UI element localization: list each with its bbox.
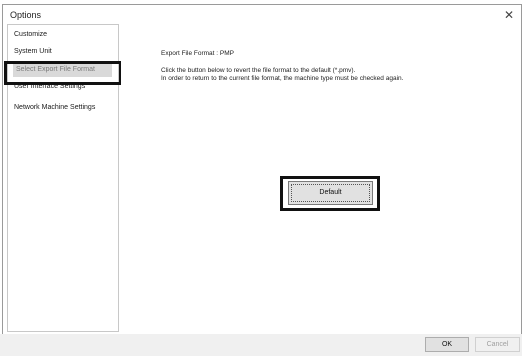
info-text-line-2: In order to return to the current file f…: [161, 75, 404, 82]
dialog-title: Options: [10, 10, 42, 20]
cancel-button[interactable]: Cancel: [475, 337, 520, 352]
ok-button[interactable]: OK: [425, 337, 469, 352]
info-text-line-1: Click the button below to revert the fil…: [161, 67, 356, 74]
export-format-label: Export File Format : PMP: [161, 50, 234, 57]
sidebar-selection-highlight-frame: [4, 61, 122, 85]
close-icon[interactable]: ✕: [501, 7, 517, 23]
sidebar-item-system-unit[interactable]: System Unit: [14, 48, 52, 55]
sidebar-item-network-machine-settings[interactable]: Network Machine Settings: [14, 104, 95, 111]
sidebar-item-customize[interactable]: Customize: [14, 31, 47, 38]
default-button[interactable]: Default: [288, 181, 373, 205]
